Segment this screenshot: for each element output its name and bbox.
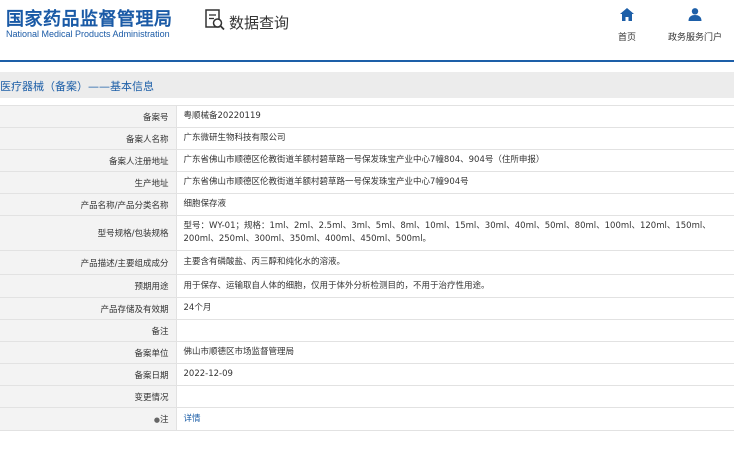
record-info-table: 备案号 粤顺械备20220119 备案人名称 广东微研生物科技有限公司 备案人注… xyxy=(0,105,734,431)
home-icon xyxy=(620,6,634,25)
row-value: 24个月 xyxy=(176,297,734,320)
data-query-brand[interactable]: 数据查询 xyxy=(205,9,290,35)
row-value: 广东省佛山市顺德区伦教街道羊额村碧草路一号保发珠宝产业中心7幢804、904号（… xyxy=(176,149,734,172)
row-key: 备案日期 xyxy=(0,363,177,386)
row-key: 产品名称/产品分类名称 xyxy=(0,193,177,216)
breadcrumb: 医疗器械（备案）——基本信息 xyxy=(0,72,734,98)
row-value: 细胞保存液 xyxy=(176,193,734,216)
row-value: 型号：WY-01；规格：1ml、2ml、2.5ml、3ml、5ml、8ml、10… xyxy=(176,215,734,251)
row-value: 主要含有磷酸盐、丙三醇和纯化水的溶液。 xyxy=(176,250,734,275)
note-row-value: 详情 xyxy=(176,407,734,431)
table-row: 备案人名称 广东微研生物科技有限公司 xyxy=(0,127,734,150)
row-key: 备案人名称 xyxy=(0,127,177,150)
header-divider xyxy=(0,60,734,62)
row-key: 备案人注册地址 xyxy=(0,149,177,172)
breadcrumb-text: 医疗器械（备案）——基本信息 xyxy=(0,80,154,93)
nav-home-label: 首页 xyxy=(618,33,637,43)
row-key: 变更情况 xyxy=(0,385,177,408)
row-key: 备案号 xyxy=(0,105,177,128)
table-row: 预期用途 用于保存、运输取自人体的细胞，仅用于体外分析检测目的，不用于治疗性用途… xyxy=(0,274,734,298)
table-row: 产品描述/主要组成成分 主要含有磷酸盐、丙三醇和纯化水的溶液。 xyxy=(0,250,734,275)
data-query-icon xyxy=(205,9,225,35)
row-key: 生产地址 xyxy=(0,171,177,194)
table-row: 备案单位 佛山市顺德区市场监督管理局 xyxy=(0,341,734,364)
nav-gov-portal[interactable]: 政务服务门户 xyxy=(668,6,722,43)
table-row: 备案号 粤顺械备20220119 xyxy=(0,105,734,128)
row-value: 广东省佛山市顺德区伦教街道羊额村碧草路一号保发珠宝产业中心7幢904号 xyxy=(176,171,734,194)
row-key: 备注 xyxy=(0,319,177,342)
row-value: 粤顺械备20220119 xyxy=(176,105,734,128)
row-key: 型号规格/包装规格 xyxy=(0,215,177,251)
user-icon xyxy=(688,6,702,25)
row-value: 用于保存、运输取自人体的细胞，仅用于体外分析检测目的，不用于治疗性用途。 xyxy=(176,274,734,298)
nav-gov-portal-label: 政务服务门户 xyxy=(668,33,723,43)
table-row: 产品名称/产品分类名称 细胞保存液 xyxy=(0,193,734,216)
row-value: 广东微研生物科技有限公司 xyxy=(176,127,734,150)
data-query-label: 数据查询 xyxy=(229,13,290,32)
note-label: 注 xyxy=(159,415,169,425)
table-row: 备案人注册地址 广东省佛山市顺德区伦教街道羊额村碧草路一号保发珠宝产业中心7幢8… xyxy=(0,149,734,172)
row-value: 2022-12-09 xyxy=(176,363,734,386)
table-row: 生产地址 广东省佛山市顺德区伦教街道羊额村碧草路一号保发珠宝产业中心7幢904号 xyxy=(0,171,734,194)
details-link[interactable]: 详情 xyxy=(184,414,201,424)
row-key: 产品描述/主要组成成分 xyxy=(0,250,177,275)
site-header: 国家药品监督管理局 National Medical Products Admi… xyxy=(0,0,734,62)
row-value xyxy=(176,385,734,408)
note-row-key: ●注 xyxy=(0,407,177,431)
table-row: ●注 详情 xyxy=(0,407,734,431)
row-value xyxy=(176,319,734,342)
row-key: 备案单位 xyxy=(0,341,177,364)
table-row: 变更情况 xyxy=(0,385,734,408)
row-value: 佛山市顺德区市场监督管理局 xyxy=(176,341,734,364)
table-row: 产品存储及有效期 24个月 xyxy=(0,297,734,320)
row-key: 预期用途 xyxy=(0,274,177,298)
table-row: 备注 xyxy=(0,319,734,342)
site-logo-title[interactable]: 国家药品监督管理局 xyxy=(6,5,173,31)
table-row: 备案日期 2022-12-09 xyxy=(0,363,734,386)
site-logo-subtitle: National Medical Products Administration xyxy=(6,29,170,39)
row-key: 产品存储及有效期 xyxy=(0,297,177,320)
table-row: 型号规格/包装规格 型号：WY-01；规格：1ml、2ml、2.5ml、3ml、… xyxy=(0,215,734,251)
nav-home[interactable]: 首页 xyxy=(618,6,636,43)
